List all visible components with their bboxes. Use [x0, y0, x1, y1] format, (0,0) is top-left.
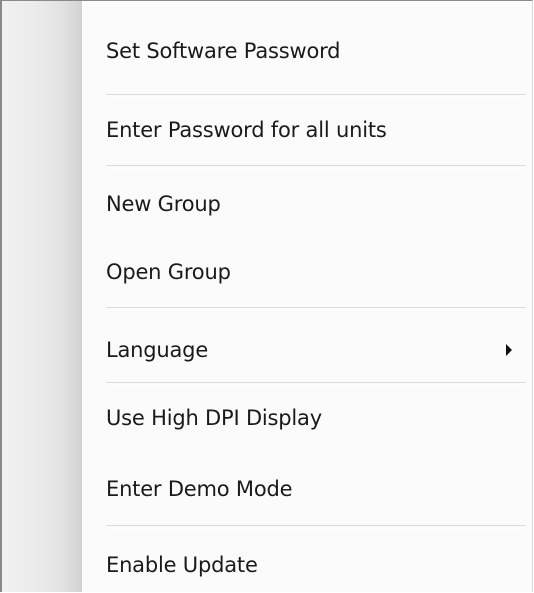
menu-item-open-group[interactable]: Open Group [84, 244, 528, 300]
menu-separator [106, 165, 526, 169]
menu-item-label: Enter Demo Mode [106, 477, 293, 501]
menu-separator [106, 382, 526, 386]
menu-separator [106, 525, 526, 529]
menu-item-enable-update[interactable]: Enable Update [84, 537, 528, 593]
menu-item-label: Set Software Password [106, 39, 341, 63]
menu-gutter-divider [82, 1, 83, 592]
menu-item-label: Enable Update [106, 553, 258, 577]
menu-item-enter-demo-mode[interactable]: Enter Demo Mode [84, 461, 528, 517]
menu-item-label: Enter Password for all units [106, 118, 387, 142]
menu-separator [106, 307, 526, 311]
menu-icon-gutter [2, 1, 82, 592]
menu-item-language[interactable]: Language [84, 322, 528, 378]
menu-item-label: Open Group [106, 260, 231, 284]
menu-item-use-high-dpi-display[interactable]: Use High DPI Display [84, 390, 528, 446]
menu-item-label: Language [106, 338, 209, 362]
menu-item-enter-password-all-units[interactable]: Enter Password for all units [84, 102, 528, 158]
menu-separator [106, 94, 526, 98]
menu-item-label: Use High DPI Display [106, 406, 322, 430]
menu-item-new-group[interactable]: New Group [84, 176, 528, 232]
menu-item-set-software-password[interactable]: Set Software Password [84, 23, 528, 79]
context-menu: Set Software Password Enter Password for… [0, 0, 533, 592]
chevron-right-icon [506, 344, 512, 356]
menu-item-label: New Group [106, 192, 221, 216]
